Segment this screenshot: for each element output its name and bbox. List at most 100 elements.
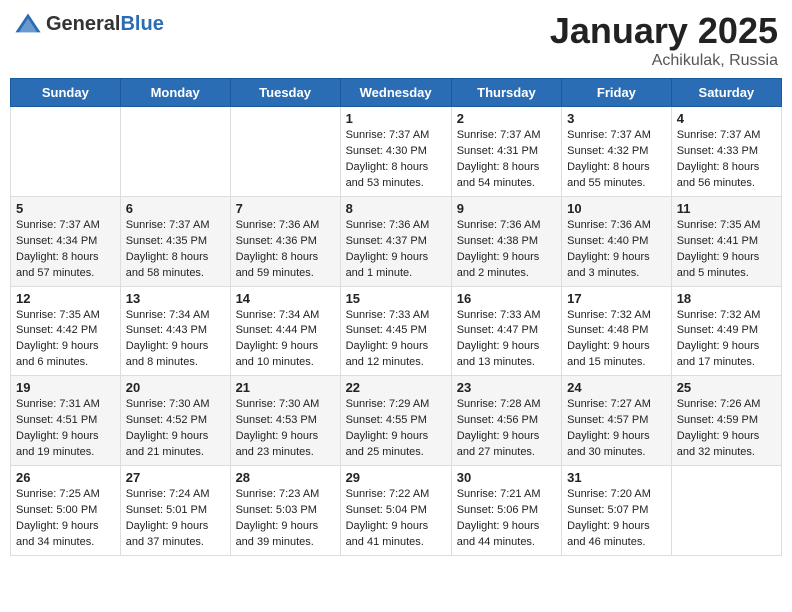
day-number: 26 — [16, 470, 115, 485]
day-number: 9 — [457, 201, 556, 216]
day-info: Sunrise: 7:36 AM Sunset: 4:37 PM Dayligh… — [346, 218, 446, 282]
day-number: 24 — [567, 380, 666, 395]
calendar-cell: 10 Sunrise: 7:36 AM Sunset: 4:40 PM Dayli… — [562, 196, 672, 286]
day-info: Sunrise: 7:37 AM Sunset: 4:32 PM Dayligh… — [567, 128, 666, 192]
month-title: January 2025 — [550, 10, 778, 52]
day-number: 15 — [346, 291, 446, 306]
day-number: 18 — [677, 291, 776, 306]
calendar-cell: 7 Sunrise: 7:36 AM Sunset: 4:36 PM Daylig… — [230, 196, 340, 286]
calendar-cell: 8 Sunrise: 7:36 AM Sunset: 4:37 PM Daylig… — [340, 196, 451, 286]
logo: GeneralBlue — [14, 10, 164, 38]
calendar-cell: 19Sunrise: 7:31 AM Sunset: 4:51 PM Dayli… — [11, 376, 121, 466]
day-info: Sunrise: 7:36 AM Sunset: 4:38 PM Dayligh… — [457, 218, 556, 282]
weekday-header-friday: Friday — [562, 79, 672, 107]
calendar-cell — [230, 107, 340, 197]
day-number: 2 — [457, 111, 556, 126]
calendar-table: SundayMondayTuesdayWednesdayThursdayFrid… — [10, 78, 782, 556]
logo-general: General — [46, 13, 120, 35]
day-info: Sunrise: 7:33 AM Sunset: 4:47 PM Dayligh… — [457, 308, 556, 372]
day-info: Sunrise: 7:37 AM Sunset: 4:31 PM Dayligh… — [457, 128, 556, 192]
day-number: 7 — [236, 201, 335, 216]
day-number: 28 — [236, 470, 335, 485]
day-info: Sunrise: 7:30 AM Sunset: 4:53 PM Dayligh… — [236, 397, 335, 461]
day-info: Sunrise: 7:37 AM Sunset: 4:33 PM Dayligh… — [677, 128, 776, 192]
calendar-cell: 16 Sunrise: 7:33 AM Sunset: 4:47 PM Dayli… — [451, 286, 561, 376]
calendar-cell: 14 Sunrise: 7:34 AM Sunset: 4:44 PM Dayli… — [230, 286, 340, 376]
calendar-cell: 18Sunrise: 7:32 AM Sunset: 4:49 PM Dayli… — [671, 286, 781, 376]
logo-icon — [14, 10, 42, 38]
logo-text: GeneralBlue — [46, 13, 164, 36]
weekday-header-wednesday: Wednesday — [340, 79, 451, 107]
calendar-cell: 13Sunrise: 7:34 AM Sunset: 4:43 PM Dayli… — [120, 286, 230, 376]
day-number: 17 — [567, 291, 666, 306]
calendar-cell: 6 Sunrise: 7:37 AM Sunset: 4:35 PM Daylig… — [120, 196, 230, 286]
calendar-cell: 28 Sunrise: 7:23 AM Sunset: 5:03 PM Dayli… — [230, 466, 340, 556]
weekday-header-tuesday: Tuesday — [230, 79, 340, 107]
calendar-cell: 11Sunrise: 7:35 AM Sunset: 4:41 PM Dayli… — [671, 196, 781, 286]
day-info: Sunrise: 7:31 AM Sunset: 4:51 PM Dayligh… — [16, 397, 115, 461]
logo-blue: Blue — [120, 13, 163, 35]
day-number: 30 — [457, 470, 556, 485]
calendar-cell: 3 Sunrise: 7:37 AM Sunset: 4:32 PM Daylig… — [562, 107, 672, 197]
day-info: Sunrise: 7:36 AM Sunset: 4:36 PM Dayligh… — [236, 218, 335, 282]
calendar-cell: 25Sunrise: 7:26 AM Sunset: 4:59 PM Dayli… — [671, 376, 781, 466]
day-info: Sunrise: 7:21 AM Sunset: 5:06 PM Dayligh… — [457, 487, 556, 551]
location-title: Achikulak, Russia — [550, 52, 778, 70]
day-info: Sunrise: 7:28 AM Sunset: 4:56 PM Dayligh… — [457, 397, 556, 461]
calendar-cell: 20 Sunrise: 7:30 AM Sunset: 4:52 PM Dayli… — [120, 376, 230, 466]
calendar-cell: 22 Sunrise: 7:29 AM Sunset: 4:55 PM Dayli… — [340, 376, 451, 466]
day-info: Sunrise: 7:32 AM Sunset: 4:48 PM Dayligh… — [567, 308, 666, 372]
calendar-cell: 15Sunrise: 7:33 AM Sunset: 4:45 PM Dayli… — [340, 286, 451, 376]
day-number: 16 — [457, 291, 556, 306]
week-row-5: 26Sunrise: 7:25 AM Sunset: 5:00 PM Dayli… — [11, 466, 782, 556]
title-block: January 2025 Achikulak, Russia — [550, 10, 778, 70]
day-info: Sunrise: 7:27 AM Sunset: 4:57 PM Dayligh… — [567, 397, 666, 461]
page-header: GeneralBlue January 2025 Achikulak, Russ… — [10, 10, 782, 70]
day-number: 29 — [346, 470, 446, 485]
day-number: 22 — [346, 380, 446, 395]
weekday-header-thursday: Thursday — [451, 79, 561, 107]
calendar-cell: 9 Sunrise: 7:36 AM Sunset: 4:38 PM Daylig… — [451, 196, 561, 286]
day-info: Sunrise: 7:24 AM Sunset: 5:01 PM Dayligh… — [126, 487, 225, 551]
calendar-cell: 29 Sunrise: 7:22 AM Sunset: 5:04 PM Dayli… — [340, 466, 451, 556]
calendar-cell: 21 Sunrise: 7:30 AM Sunset: 4:53 PM Dayli… — [230, 376, 340, 466]
day-number: 8 — [346, 201, 446, 216]
day-info: Sunrise: 7:37 AM Sunset: 4:34 PM Dayligh… — [16, 218, 115, 282]
calendar-cell: 26Sunrise: 7:25 AM Sunset: 5:00 PM Dayli… — [11, 466, 121, 556]
week-row-1: 1Sunrise: 7:37 AM Sunset: 4:30 PM Daylig… — [11, 107, 782, 197]
day-info: Sunrise: 7:23 AM Sunset: 5:03 PM Dayligh… — [236, 487, 335, 551]
day-number: 23 — [457, 380, 556, 395]
day-number: 1 — [346, 111, 446, 126]
week-row-2: 5Sunrise: 7:37 AM Sunset: 4:34 PM Daylig… — [11, 196, 782, 286]
day-number: 3 — [567, 111, 666, 126]
day-info: Sunrise: 7:34 AM Sunset: 4:44 PM Dayligh… — [236, 308, 335, 372]
day-number: 10 — [567, 201, 666, 216]
weekday-header-monday: Monday — [120, 79, 230, 107]
day-info: Sunrise: 7:22 AM Sunset: 5:04 PM Dayligh… — [346, 487, 446, 551]
day-number: 12 — [16, 291, 115, 306]
day-info: Sunrise: 7:35 AM Sunset: 4:41 PM Dayligh… — [677, 218, 776, 282]
day-info: Sunrise: 7:26 AM Sunset: 4:59 PM Dayligh… — [677, 397, 776, 461]
day-number: 6 — [126, 201, 225, 216]
calendar-cell: 17 Sunrise: 7:32 AM Sunset: 4:48 PM Dayli… — [562, 286, 672, 376]
day-number: 20 — [126, 380, 225, 395]
weekday-header-sunday: Sunday — [11, 79, 121, 107]
calendar-cell: 1Sunrise: 7:37 AM Sunset: 4:30 PM Daylig… — [340, 107, 451, 197]
weekday-header-saturday: Saturday — [671, 79, 781, 107]
calendar-cell — [120, 107, 230, 197]
day-number: 31 — [567, 470, 666, 485]
calendar-cell: 12Sunrise: 7:35 AM Sunset: 4:42 PM Dayli… — [11, 286, 121, 376]
calendar-cell: 4 Sunrise: 7:37 AM Sunset: 4:33 PM Daylig… — [671, 107, 781, 197]
day-info: Sunrise: 7:37 AM Sunset: 4:35 PM Dayligh… — [126, 218, 225, 282]
day-info: Sunrise: 7:20 AM Sunset: 5:07 PM Dayligh… — [567, 487, 666, 551]
calendar-cell: 5Sunrise: 7:37 AM Sunset: 4:34 PM Daylig… — [11, 196, 121, 286]
day-number: 21 — [236, 380, 335, 395]
day-number: 4 — [677, 111, 776, 126]
week-row-3: 12Sunrise: 7:35 AM Sunset: 4:42 PM Dayli… — [11, 286, 782, 376]
day-info: Sunrise: 7:36 AM Sunset: 4:40 PM Dayligh… — [567, 218, 666, 282]
day-number: 14 — [236, 291, 335, 306]
day-info: Sunrise: 7:30 AM Sunset: 4:52 PM Dayligh… — [126, 397, 225, 461]
calendar-cell: 24 Sunrise: 7:27 AM Sunset: 4:57 PM Dayli… — [562, 376, 672, 466]
calendar-cell — [671, 466, 781, 556]
day-info: Sunrise: 7:29 AM Sunset: 4:55 PM Dayligh… — [346, 397, 446, 461]
